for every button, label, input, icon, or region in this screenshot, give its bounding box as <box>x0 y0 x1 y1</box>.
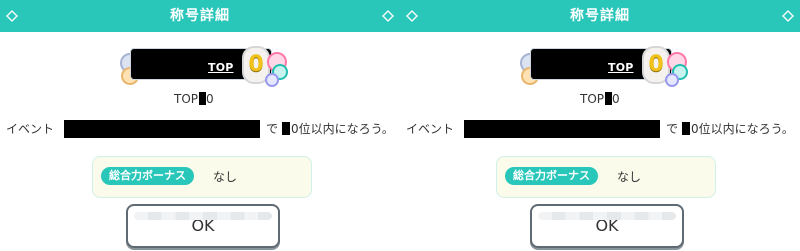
diamond-icon <box>782 10 794 22</box>
diamond-icon <box>382 10 394 22</box>
description-part3: 0位以内になろう。 <box>691 122 794 136</box>
title-name-line: TOP 0 <box>580 92 620 106</box>
title-suffix: 0 <box>612 92 620 106</box>
diamond-icon <box>406 10 418 22</box>
title-detail-panel-right: 称号詳細 TOP 0 TOP 0 イベント で 0位以内になろう。 総合力ボーナス … <box>400 0 800 251</box>
description-part2: で <box>266 122 279 136</box>
title-badge: TOP 0 <box>520 42 690 87</box>
description-part3: 0位以内になろう。 <box>291 122 394 136</box>
bonus-label-pill: 総合力ボーナス <box>101 167 194 185</box>
bonus-box: 総合力ボーナス なし <box>496 156 716 198</box>
description-part2-wrap: で 0位以内になろう。 <box>666 120 794 137</box>
header-title: 称号詳細 <box>170 8 230 24</box>
flower-decoration <box>665 73 679 87</box>
redacted-digit <box>282 122 291 135</box>
title-prefix: TOP <box>174 92 199 106</box>
flower-decoration <box>265 73 279 87</box>
title-name-line: TOP 0 <box>174 92 214 106</box>
title-description: イベント で 0位以内になろう。 <box>6 120 398 138</box>
ok-button[interactable]: OK <box>530 204 684 248</box>
description-part2: で <box>666 122 679 136</box>
ok-label: OK <box>595 216 619 235</box>
description-part2-wrap: で 0位以内になろう。 <box>266 120 394 137</box>
redacted-digit <box>199 92 207 105</box>
redacted-event-name <box>64 120 260 138</box>
title-suffix: 0 <box>206 92 214 106</box>
redacted-digit <box>605 92 613 105</box>
title-prefix: TOP <box>580 92 605 106</box>
header-bar: 称号詳細 <box>0 0 400 32</box>
bonus-label-pill: 総合力ボーナス <box>505 167 598 185</box>
title-badge: TOP 0 <box>120 42 290 87</box>
title-description: イベント で 0位以内になろう。 <box>406 120 798 138</box>
bonus-value: なし <box>213 170 238 184</box>
title-detail-panel-left: 称号詳細 TOP 0 TOP 0 イベント で 0位以内になろう。 総合力ボーナス … <box>0 0 400 251</box>
redacted-digit <box>682 122 691 135</box>
badge-top-label: TOP <box>608 61 634 74</box>
diamond-icon <box>6 10 18 22</box>
description-part1: イベント <box>406 122 455 136</box>
description-part1: イベント <box>6 122 55 136</box>
bonus-value: なし <box>617 170 642 184</box>
bonus-box: 総合力ボーナス なし <box>92 156 312 198</box>
ok-button[interactable]: OK <box>126 204 280 248</box>
badge-top-label: TOP <box>208 61 234 74</box>
header-bar: 称号詳細 <box>400 0 800 32</box>
redacted-event-name <box>464 120 660 138</box>
ok-label: OK <box>191 216 215 235</box>
header-title: 称号詳細 <box>570 8 630 24</box>
